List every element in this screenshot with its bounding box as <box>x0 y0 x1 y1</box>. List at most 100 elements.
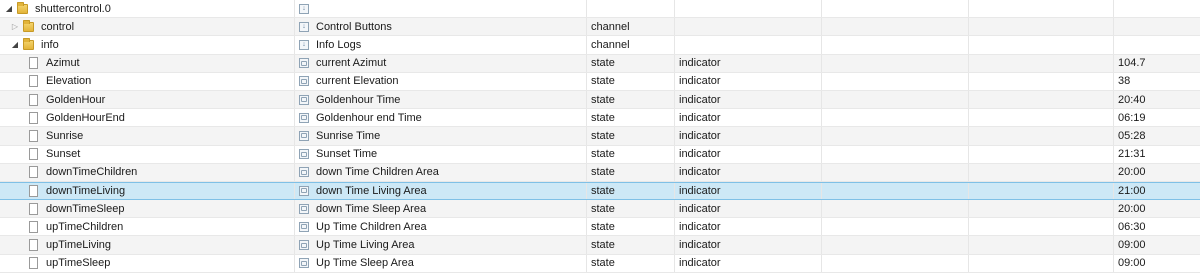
type-cell: state <box>587 90 675 109</box>
chevron-expanded-icon[interactable]: ◢ <box>10 40 20 49</box>
channel-role-icon: ↓ <box>299 3 309 14</box>
tree-row-state[interactable]: GoldenHour Goldenhour Time state indicat… <box>0 90 1200 110</box>
state-role-icon <box>299 76 309 87</box>
name-cell: ▷ control <box>0 18 295 36</box>
value-cell[interactable]: 09:00 <box>1114 255 1200 272</box>
value-cell[interactable]: 05:28 <box>1114 127 1200 144</box>
chevron-collapsed-icon[interactable]: ▷ <box>10 22 20 31</box>
object-name: GoldenHourEnd <box>46 111 125 124</box>
role-label: down Time Sleep Area <box>316 202 427 215</box>
state-role-icon <box>299 58 309 69</box>
type-cell: state <box>587 54 675 72</box>
role-label: Sunset Time <box>316 148 378 161</box>
role-cell: ↓ Control Buttons <box>295 18 587 36</box>
value-cell[interactable]: 20:00 <box>1114 164 1200 181</box>
object-name: control <box>41 20 75 33</box>
type-cell: channel <box>587 36 675 54</box>
state-document-icon <box>29 166 38 179</box>
object-tree: ◢ shuttercontrol.0 ↓ ▷ control ↓ Control… <box>0 0 1200 273</box>
indicator-cell: indicator <box>675 90 822 109</box>
tree-row-root[interactable]: ◢ shuttercontrol.0 ↓ <box>0 0 1200 19</box>
state-document-icon <box>29 57 38 70</box>
chevron-expanded-icon[interactable]: ◢ <box>4 4 14 13</box>
role-label: down Time Children Area <box>316 166 439 179</box>
object-name: Sunset <box>46 148 81 161</box>
indicator-cell: indicator <box>675 127 822 145</box>
value-cell[interactable]: 09:00 <box>1114 236 1200 253</box>
folder-icon <box>17 1 28 14</box>
type-cell: state <box>587 254 675 272</box>
state-document-icon <box>29 75 38 88</box>
type-cell: state <box>587 72 675 90</box>
value-cell[interactable]: 06:30 <box>1114 218 1200 235</box>
object-name: downTimeChildren <box>46 166 138 179</box>
state-document-icon <box>29 129 38 142</box>
role-label: Control Buttons <box>316 20 392 33</box>
tree-row-state[interactable]: Sunset Sunset Time state indicator 21:31 <box>0 145 1200 164</box>
role-label: Up Time Sleep Area <box>316 257 414 270</box>
indicator-cell: indicator <box>675 72 822 90</box>
value-cell <box>1114 18 1200 35</box>
type-cell: state <box>587 163 675 181</box>
state-role-icon <box>299 258 309 269</box>
object-name: GoldenHour <box>46 93 106 106</box>
indicator-cell <box>675 36 822 54</box>
indicator-cell: indicator <box>675 182 822 200</box>
indicator-cell: indicator <box>675 236 822 254</box>
value-cell[interactable]: 21:31 <box>1114 146 1200 163</box>
type-cell: state <box>587 145 675 163</box>
value-cell[interactable]: 20:00 <box>1114 200 1200 217</box>
tree-row-state[interactable]: Azimut current Azimut state indicator 10… <box>0 54 1200 73</box>
tree-row-state[interactable]: Elevation current Elevation state indica… <box>0 72 1200 91</box>
tree-row-state[interactable]: upTimeLiving Up Time Living Area state i… <box>0 236 1200 255</box>
root-label: shuttercontrol.0 <box>35 2 111 15</box>
tree-row-state[interactable]: upTimeChildren Up Time Children Area sta… <box>0 218 1200 237</box>
state-role-icon <box>299 112 309 123</box>
tree-row-state[interactable]: downTimeSleep down Time Sleep Area state… <box>0 200 1200 219</box>
role-label: Info Logs <box>316 38 362 51</box>
object-name: downTimeSleep <box>46 202 125 215</box>
indicator-cell: indicator <box>675 163 822 181</box>
tree-row-state[interactable]: upTimeSleep Up Time Sleep Area state ind… <box>0 254 1200 273</box>
value-cell[interactable]: 20:40 <box>1114 91 1200 108</box>
tree-row-state[interactable]: GoldenHourEnd Goldenhour end Time state … <box>0 109 1200 128</box>
tree-row-control[interactable]: ▷ control ↓ Control Buttons channel <box>0 18 1200 37</box>
role-label: current Elevation <box>316 75 399 88</box>
state-role-icon <box>299 167 309 178</box>
type-cell: state <box>587 182 675 200</box>
role-label: Up Time Children Area <box>316 220 427 233</box>
role-label: current Azimut <box>316 57 387 70</box>
tree-row-info[interactable]: ◢ info ↓ Info Logs channel <box>0 36 1200 55</box>
state-document-icon <box>29 184 38 197</box>
type-cell: state <box>587 127 675 145</box>
value-cell[interactable]: 38 <box>1114 73 1200 90</box>
value-cell[interactable]: 06:19 <box>1114 109 1200 126</box>
indicator-cell: indicator <box>675 54 822 72</box>
state-document-icon <box>29 202 38 215</box>
type-cell: state <box>587 109 675 127</box>
state-role-icon <box>299 203 309 214</box>
object-name: upTimeSleep <box>46 257 111 270</box>
value-cell[interactable]: 104.7 <box>1114 55 1200 72</box>
state-document-icon <box>29 220 38 233</box>
role-label: Goldenhour end Time <box>316 111 422 124</box>
indicator-cell: indicator <box>675 254 822 272</box>
tree-row-state[interactable]: downTimeChildren down Time Children Area… <box>0 163 1200 182</box>
state-document-icon <box>29 93 38 106</box>
tree-row-state[interactable]: Sunrise Sunrise Time state indicator 05:… <box>0 127 1200 146</box>
state-document-icon <box>29 257 38 270</box>
role-cell: ↓ Info Logs <box>295 36 587 54</box>
state-role-icon <box>299 185 309 196</box>
object-name: upTimeLiving <box>46 239 112 252</box>
state-document-icon <box>29 148 38 161</box>
state-role-icon <box>299 130 309 141</box>
channel-role-icon: ↓ <box>299 39 309 50</box>
object-name: Sunrise <box>46 129 84 142</box>
folder-icon <box>23 37 34 50</box>
tree-row-selected[interactable]: downTimeLiving down Time Living Area sta… <box>0 181 1200 201</box>
value-cell[interactable]: 21:00 <box>1114 183 1200 199</box>
role-cell: ↓ <box>295 0 587 18</box>
state-role-icon <box>299 149 309 160</box>
role-label: down Time Living Area <box>316 184 427 197</box>
indicator-cell: indicator <box>675 145 822 163</box>
